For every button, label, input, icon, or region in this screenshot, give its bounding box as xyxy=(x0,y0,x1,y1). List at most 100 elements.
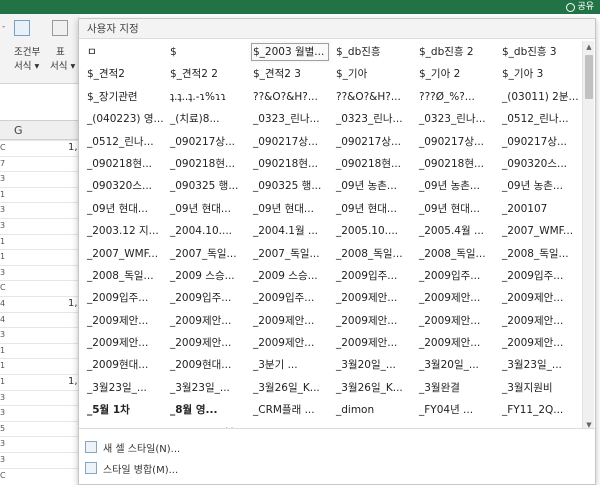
new-cell-style-item[interactable]: 새 셀 스타일(N)... xyxy=(85,437,180,457)
scroll-thumb[interactable] xyxy=(585,55,593,99)
style-swatch[interactable]: _2009입주... xyxy=(332,265,414,287)
style-swatch[interactable]: $_기아 3 xyxy=(498,63,580,85)
style-swatch[interactable]: _090218현... xyxy=(249,153,331,175)
style-swatch[interactable]: _090320스... xyxy=(498,153,580,175)
row-cell-fragment[interactable]: 3 xyxy=(0,205,8,214)
style-swatch[interactable]: $_견적2 3 xyxy=(249,63,331,85)
share-button[interactable]: 공유 xyxy=(566,0,594,14)
style-swatch[interactable]: _09년 농촌... xyxy=(332,175,414,197)
row-cell-fragment[interactable]: 3 xyxy=(0,393,8,402)
style-swatch[interactable]: _2009제안... xyxy=(332,332,414,354)
row-cell-fragment[interactable]: 3 xyxy=(0,268,8,277)
style-swatch[interactable]: _2007_WMF... xyxy=(83,243,165,265)
style-swatch[interactable]: $_기아 2 xyxy=(415,63,497,85)
style-swatch[interactable]: _5월 1차 xyxy=(83,399,165,421)
style-swatch[interactable]: _3월23일_... xyxy=(83,377,165,399)
style-swatch[interactable]: _090217상... xyxy=(415,131,497,153)
style-swatch[interactable]: _0323_린나... xyxy=(415,108,497,130)
style-swatch[interactable]: _0323_린나... xyxy=(332,108,414,130)
style-swatch[interactable]: _2009입주... xyxy=(415,265,497,287)
style-swatch[interactable]: _2009제안... xyxy=(415,287,497,309)
style-swatch[interactable]: _090218현... xyxy=(166,153,248,175)
merge-styles-item[interactable]: 스타일 병합(M)... xyxy=(85,458,178,478)
row-cell-fragment[interactable]: 7 xyxy=(0,159,8,168)
row-cell-fragment[interactable]: 1 xyxy=(0,252,8,261)
style-swatch[interactable]: $_db진흥 3 xyxy=(498,41,580,63)
style-swatch[interactable]: _(치료)8... xyxy=(166,108,248,130)
style-swatch[interactable]: _(040223) 영... xyxy=(83,108,165,130)
style-swatch[interactable]: _09년 현대... xyxy=(166,198,248,220)
gallery-scrollbar[interactable]: ▲ ▼ xyxy=(582,41,594,431)
style-swatch[interactable]: _(03011) 2분... xyxy=(498,86,580,108)
style-swatch[interactable]: $ xyxy=(166,41,248,63)
style-swatch[interactable]: _2008_독일... xyxy=(83,265,165,287)
style-swatch[interactable]: _2009입주... xyxy=(249,287,331,309)
table-format-sub[interactable]: 서식 ▾ xyxy=(50,58,75,72)
style-swatch[interactable]: _3월지원비 xyxy=(498,377,580,399)
style-swatch[interactable]: _2008_독일... xyxy=(415,243,497,265)
style-swatch[interactable]: _2007_WMF... xyxy=(498,220,580,242)
row-cell-fragment[interactable]: 3 xyxy=(0,408,8,417)
style-swatch[interactable]: _2005.10.... xyxy=(332,220,414,242)
style-swatch[interactable]: _2007_독일... xyxy=(249,243,331,265)
conditional-format-sub[interactable]: 서식 ▾ xyxy=(14,58,39,72)
style-swatch[interactable]: _2009입주... xyxy=(83,287,165,309)
row-cell-fragment[interactable]: 3 xyxy=(0,221,8,230)
row-cell-fragment[interactable]: 1 xyxy=(0,346,8,355)
style-swatch[interactable]: _2009 스승... xyxy=(249,265,331,287)
row-cell-fragment[interactable]: C xyxy=(0,471,8,480)
style-swatch[interactable]: _200107 xyxy=(498,198,580,220)
cell-value-fragment[interactable]: 1, xyxy=(68,376,78,387)
column-g-label[interactable]: G xyxy=(14,124,23,137)
style-swatch[interactable]: _2009제안... xyxy=(332,310,414,332)
style-swatch[interactable]: _2009현대... xyxy=(83,354,165,376)
style-swatch[interactable]: _2009제안... xyxy=(249,310,331,332)
style-swatch[interactable]: _3월26일_K... xyxy=(249,377,331,399)
style-swatch[interactable]: _0512_린나... xyxy=(83,131,165,153)
style-swatch[interactable]: _090218현... xyxy=(83,153,165,175)
style-swatch[interactable]: _2007_독일... xyxy=(166,243,248,265)
row-cell-fragment[interactable]: C xyxy=(0,283,8,292)
style-swatch[interactable]: $_견적2 2 xyxy=(166,63,248,85)
style-swatch[interactable]: _3월20일_... xyxy=(332,354,414,376)
style-swatch[interactable]: $_db진흥 xyxy=(332,41,414,63)
style-swatch[interactable]: _090218현... xyxy=(332,153,414,175)
style-swatch[interactable]: _09년 농촌... xyxy=(415,175,497,197)
row-cell-fragment[interactable]: 5 xyxy=(0,424,8,433)
style-swatch[interactable]: _2009제안... xyxy=(166,310,248,332)
row-cell-fragment[interactable]: 3 xyxy=(0,439,8,448)
row-cell-fragment[interactable]: 4 xyxy=(0,315,8,324)
style-swatch[interactable]: _09년 현대... xyxy=(415,198,497,220)
row-cell-fragment[interactable]: 3 xyxy=(0,174,8,183)
style-swatch[interactable]: _FY04년 ... xyxy=(415,399,497,421)
style-swatch[interactable]: _2008_독일... xyxy=(498,243,580,265)
style-swatch[interactable]: _3월23일_... xyxy=(498,354,580,376)
style-swatch[interactable]: _0323_린나... xyxy=(249,108,331,130)
style-swatch[interactable]: _2009제안... xyxy=(332,287,414,309)
scroll-up-arrow-icon[interactable]: ▲ xyxy=(583,41,595,53)
row-cell-fragment[interactable]: 1 xyxy=(0,190,8,199)
row-cell-fragment[interactable]: C xyxy=(0,143,8,152)
style-swatch[interactable]: _2009제안... xyxy=(249,332,331,354)
style-swatch[interactable]: _2009제안... xyxy=(83,332,165,354)
style-swatch[interactable]: _8월 영... xyxy=(166,399,248,421)
style-swatch[interactable]: _090325 행... xyxy=(166,175,248,197)
style-swatch[interactable]: $_기아 xyxy=(332,63,414,85)
style-swatch[interactable]: _2009현대... xyxy=(166,354,248,376)
style-swatch[interactable]: _09년 현대... xyxy=(249,198,331,220)
style-swatch[interactable]: _2009제안... xyxy=(83,310,165,332)
style-swatch[interactable]: _2004.10.... xyxy=(166,220,248,242)
row-cell-fragment[interactable]: 4 xyxy=(0,299,8,308)
style-swatch[interactable]: ???Ø_%?... xyxy=(415,86,497,108)
style-swatch[interactable]: _2003.12 지... xyxy=(83,220,165,242)
sheet-grid[interactable]: C 7 3 1 3 3 1 1 3 C 4 4 3 1 1 1 3 3 5 3 3 C 1, 1, 1, xyxy=(0,140,80,485)
style-swatch[interactable]: _090217상... xyxy=(249,131,331,153)
style-swatch[interactable]: _dimon xyxy=(332,399,414,421)
conditional-format-icon[interactable] xyxy=(14,20,30,36)
style-swatch[interactable]: _09년 현대... xyxy=(332,198,414,220)
style-swatch[interactable]: _3월23일_... xyxy=(166,377,248,399)
conditional-format-label[interactable]: 조건부 xyxy=(14,44,40,58)
style-swatch[interactable]: _2009제안... xyxy=(166,332,248,354)
style-swatch[interactable]: _2009제안... xyxy=(498,287,580,309)
style-swatch[interactable]: ??&O?&H?... xyxy=(332,86,414,108)
